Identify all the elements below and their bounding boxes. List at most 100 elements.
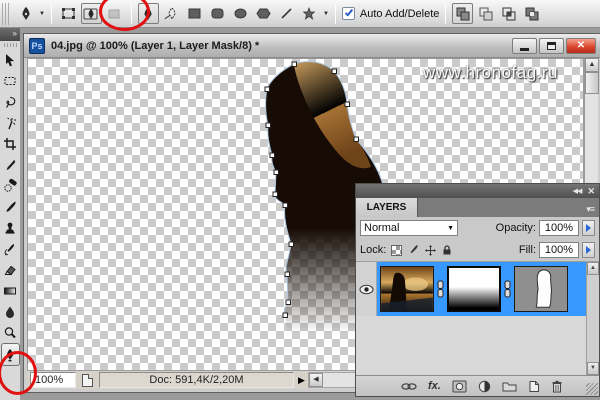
layer-style-icon[interactable]: fx. [428,380,441,392]
tool-rectangular-marquee[interactable] [0,70,20,91]
clone-stamp-tool-icon [5,222,15,234]
auto-add-delete-option[interactable]: Auto Add/Delete [341,7,439,20]
layer-mask-thumbnail[interactable] [447,266,501,312]
scroll-up-icon: ▲ [590,265,596,271]
link-mask-icon[interactable] [436,280,445,298]
blend-opacity-row: Normal ▼ Opacity: 100% [356,217,599,239]
auto-add-delete-checkbox[interactable] [341,7,355,20]
lock-all-button[interactable] [440,243,454,257]
magic-wand-tool-icon [7,117,16,129]
layers-scroll-down-button[interactable]: ▼ [587,362,599,375]
fill-slider-button[interactable] [582,242,595,258]
custom-shape-tool-button[interactable] [299,3,320,24]
layer-visibility-cell[interactable] [356,262,377,316]
scroll-left-icon: ◀ [313,376,319,383]
opacity-slider-button[interactable] [582,220,595,236]
intersect-path-areas-button[interactable] [498,3,519,24]
rounded-rectangle-tool-button[interactable] [207,3,228,24]
lock-position-button[interactable] [423,243,437,257]
toolbox-collapse-button[interactable]: » [0,28,20,41]
restore-button[interactable] [539,37,564,54]
custom-shape-dropdown-icon[interactable]: ▼ [323,11,329,17]
tool-crop[interactable] [0,133,20,154]
page-setup-icon[interactable] [82,373,93,387]
tool-clone-stamp[interactable] [0,217,20,238]
document-title-bar[interactable]: Ps 04.jpg @ 100% (Layer 1, Layer Mask/8)… [24,34,600,58]
tool-blur[interactable] [0,301,20,322]
scroll-left-button[interactable]: ◀ [308,373,323,387]
tool-brush[interactable] [0,196,20,217]
tool-gradient[interactable] [0,280,20,301]
minimize-button[interactable] [512,37,537,54]
brush-lock-icon [411,245,418,253]
add-layer-mask-icon[interactable] [452,380,467,393]
new-layer-icon[interactable] [528,380,540,393]
layers-panel-tabs: LAYERS ▾≡ [356,198,599,217]
layer-image-thumbnail[interactable] [380,266,434,312]
ellipse-tool-button[interactable] [230,3,251,24]
layers-list: ▲ ▼ [356,261,599,375]
exclude-overlapping-path-areas-button[interactable] [521,3,542,24]
tool-history-brush[interactable] [0,238,20,259]
vertical-scroll-thumb[interactable] [585,72,599,94]
selected-layer-content[interactable] [377,262,599,316]
subtract-from-path-area-button[interactable] [475,3,496,24]
tool-lasso[interactable] [0,91,20,112]
layer-row[interactable] [356,262,599,316]
move-lock-icon [424,244,436,256]
polygon-tool-button[interactable] [253,3,274,24]
lock-image-button[interactable] [406,243,420,257]
panel-menu-icon[interactable]: ▾≡ [586,204,599,217]
slider-arrow-icon [586,246,591,254]
gradient-tool-icon [4,287,16,294]
photoshop-file-icon: Ps [29,37,45,54]
lock-transparency-button[interactable] [389,243,403,257]
toolbox-grip[interactable] [3,43,17,47]
rectangle-tool-button[interactable] [184,3,205,24]
transparency-icon [390,244,402,256]
tab-layers[interactable]: LAYERS [356,198,418,217]
scroll-up-button[interactable]: ▲ [585,58,599,72]
vector-mask-thumbnail[interactable] [514,266,568,312]
options-bar-grip[interactable] [2,2,11,25]
tool-magic-wand[interactable] [0,112,20,133]
layers-panel-title-bar[interactable]: ◀◀ ✕ [356,184,599,198]
panel-collapse-icon[interactable]: ◀◀ [573,187,583,195]
opacity-field[interactable]: 100% [539,220,579,236]
blend-mode-select[interactable]: Normal ▼ [360,220,458,236]
status-flyout-button[interactable]: ▶ [298,375,305,386]
add-to-path-area-button[interactable] [452,3,474,24]
tool-move[interactable] [0,49,20,70]
panel-close-icon[interactable]: ✕ [587,186,595,197]
link-vector-mask-icon[interactable] [503,280,512,298]
layers-scrollbar[interactable]: ▲ ▼ [586,262,599,375]
close-button[interactable]: ✕ [566,37,596,54]
opacity-label: Opacity: [495,222,536,234]
tool-preset-pen-icon[interactable] [15,3,36,24]
tool-dodge[interactable] [0,322,20,343]
layers-panel: ◀◀ ✕ LAYERS ▾≡ Normal ▼ Opacity: 100% Lo… [355,183,600,397]
tool-eraser[interactable] [0,259,20,280]
mode-shape-layers-button[interactable] [58,3,79,24]
link-layers-icon[interactable] [401,382,417,391]
eyedropper-tool-icon [6,159,16,170]
fill-field[interactable]: 100% [539,242,579,258]
tool-preset-dropdown-icon[interactable]: ▼ [39,11,45,17]
tool-eyedropper[interactable] [0,154,20,175]
options-bar: ▼ ▼ Auto Add/Delete [0,0,600,28]
freeform-pen-tool-button[interactable] [161,3,182,24]
watermark-text: www.hronofag.ru [422,63,558,82]
pen-icon [22,6,29,20]
new-group-icon[interactable] [502,380,517,392]
delete-layer-icon[interactable] [551,380,563,393]
crop-tool-icon [4,137,16,150]
panel-resize-grip[interactable] [586,383,598,395]
marquee-tool-icon [4,76,16,85]
tool-spot-healing-brush[interactable] [0,175,20,196]
line-tool-button[interactable] [276,3,297,24]
eraser-tool-icon [4,265,16,275]
blend-dropdown-icon: ▼ [447,224,454,232]
document-size-field[interactable]: Doc: 591,4K/2,20M [99,372,294,388]
layers-scroll-up-button[interactable]: ▲ [587,262,599,275]
adjustment-layer-icon[interactable] [478,380,491,393]
